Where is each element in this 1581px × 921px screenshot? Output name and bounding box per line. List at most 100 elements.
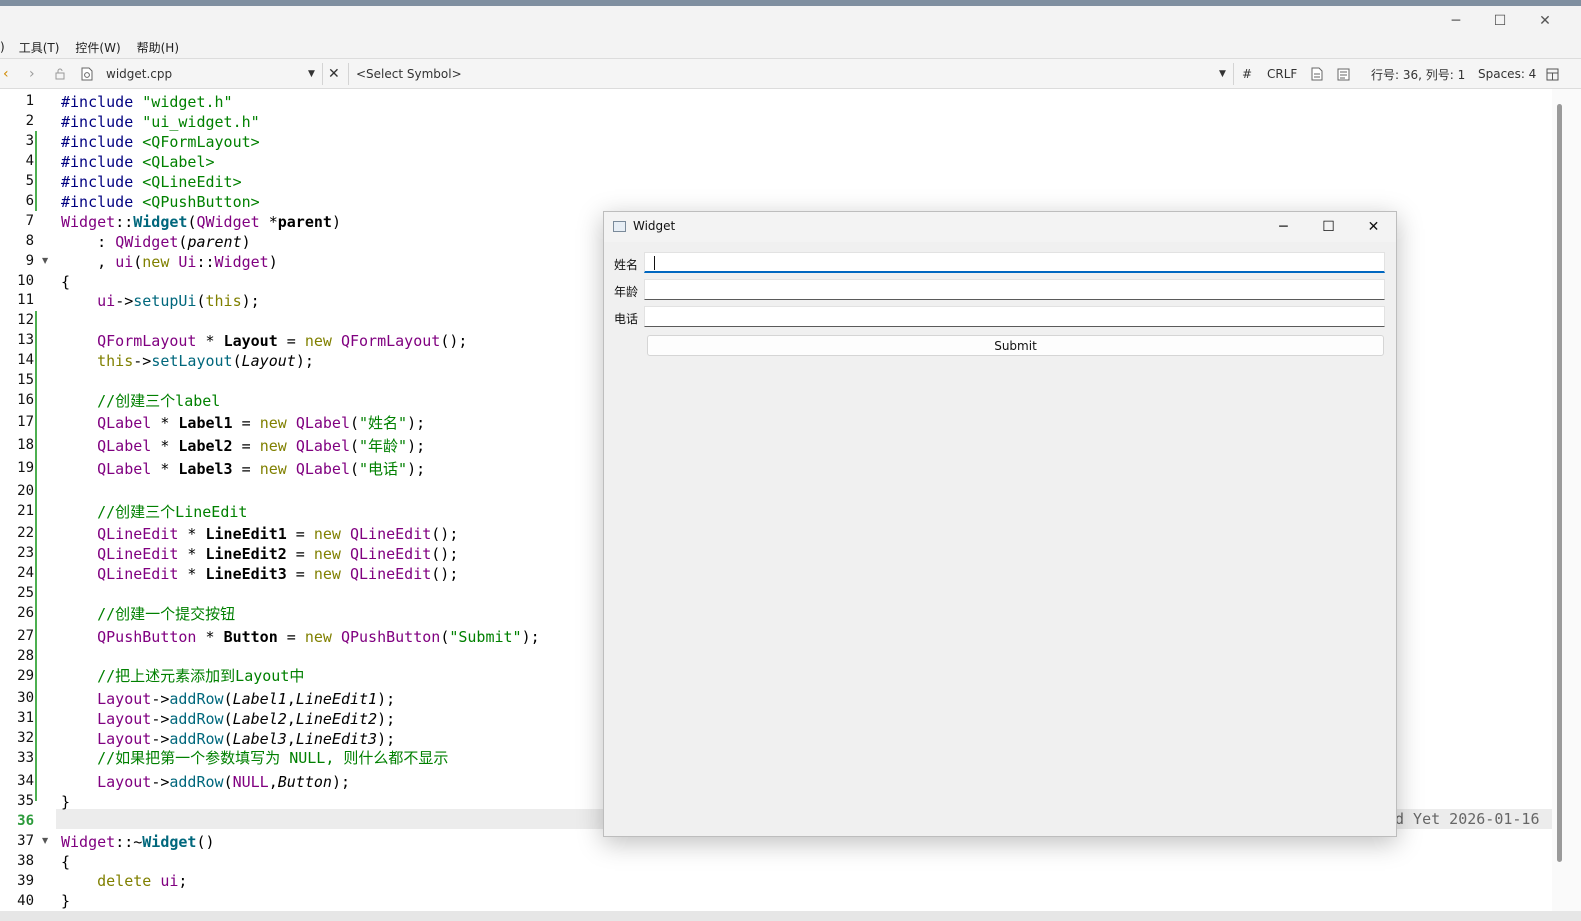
text-caret bbox=[654, 256, 655, 270]
app-window-icon bbox=[613, 221, 626, 232]
dialog-close-button[interactable]: ✕ bbox=[1351, 212, 1396, 242]
forward-arrow-icon: › bbox=[29, 66, 35, 82]
dialog-maximize-button[interactable]: ☐ bbox=[1306, 212, 1351, 242]
change-marker bbox=[35, 131, 37, 211]
maximize-icon: ☐ bbox=[1493, 13, 1507, 29]
code-line: QLineEdit * LineEdit2 = new QLineEdit(); bbox=[97, 545, 459, 563]
line-number: 33 bbox=[17, 750, 34, 766]
line-number: 30 bbox=[17, 690, 34, 706]
code-line: //创建三个label bbox=[97, 392, 221, 410]
code-line: //如果把第一个参数填写为 NULL, 则什么都不显示 bbox=[97, 749, 449, 767]
indentation-setting[interactable]: Spaces: 4 bbox=[1478, 59, 1536, 89]
line-number: 10 bbox=[17, 273, 34, 289]
toolbar-separator bbox=[1233, 63, 1234, 85]
code-line: #include "ui_widget.h" bbox=[61, 113, 260, 131]
toolbar-separator bbox=[322, 63, 323, 85]
maximize-button[interactable]: ☐ bbox=[1477, 6, 1523, 36]
menu-item-truncated[interactable]: ) bbox=[0, 40, 11, 54]
close-document-icon: ✕ bbox=[328, 66, 340, 82]
age-label: 年龄 bbox=[614, 285, 639, 299]
close-document-button[interactable]: ✕ bbox=[328, 59, 340, 89]
horizontal-scrollbar[interactable] bbox=[0, 911, 1581, 921]
line-number: 38 bbox=[17, 853, 34, 869]
code-line: Layout->addRow(Label2,LineEdit2); bbox=[97, 710, 396, 728]
menu-bar: ) 工具(T) 控件(W) 帮助(H) bbox=[0, 36, 1581, 58]
code-line: QLineEdit * LineEdit1 = new QLineEdit(); bbox=[97, 525, 459, 543]
code-line: , ui(new Ui::Widget) bbox=[61, 253, 278, 271]
line-number: 21 bbox=[17, 503, 34, 519]
code-line: } bbox=[61, 793, 71, 811]
code-line: //把上述元素添加到Layout中 bbox=[97, 667, 305, 685]
split-button[interactable] bbox=[1546, 59, 1559, 89]
code-line: QLabel * Label1 = new QLabel("姓名"); bbox=[97, 414, 426, 432]
editor-toolbar: ‹ › widget.cpp ▼ ✕ <Select Symbol> ▼ # C… bbox=[0, 58, 1581, 89]
toolbar-separator bbox=[348, 63, 349, 85]
menu-item-tools[interactable]: 工具(T) bbox=[11, 39, 68, 56]
line-ending-selector[interactable]: CRLF bbox=[1267, 59, 1297, 89]
line-number: 4 bbox=[25, 153, 34, 169]
line-number: 20 bbox=[17, 483, 34, 499]
cursor-position[interactable]: 行号: 36, 列号: 1 bbox=[1371, 59, 1465, 89]
file-selector[interactable]: widget.cpp bbox=[106, 59, 172, 89]
line-number: 19 bbox=[17, 460, 34, 476]
age-input[interactable] bbox=[644, 279, 1385, 300]
minimize-button[interactable]: ─ bbox=[1433, 6, 1479, 36]
line-number: 2 bbox=[25, 113, 34, 129]
symbol-selector[interactable]: <Select Symbol> bbox=[356, 59, 462, 89]
code-line: QFormLayout * Layout = new QFormLayout()… bbox=[97, 332, 468, 350]
line-number: 14 bbox=[17, 352, 34, 368]
current-line-number: 36 bbox=[17, 813, 34, 829]
line-number: 17 bbox=[17, 414, 34, 430]
line-number: 13 bbox=[17, 332, 34, 348]
line-number: 26 bbox=[17, 605, 34, 621]
file-encoding-icon bbox=[1311, 67, 1323, 81]
split-view-icon bbox=[1546, 68, 1559, 80]
code-line: #include <QFormLayout> bbox=[61, 133, 260, 151]
lock-button[interactable] bbox=[54, 59, 66, 89]
line-number: 29 bbox=[17, 668, 34, 684]
line-number: 25 bbox=[17, 585, 34, 601]
submit-button[interactable]: Submit bbox=[647, 335, 1384, 356]
line-number: 24 bbox=[17, 565, 34, 581]
code-line: delete ui; bbox=[97, 872, 188, 890]
line-number: 18 bbox=[17, 437, 34, 453]
scrollbar-thumb[interactable] bbox=[1557, 104, 1562, 862]
line-number: 7 bbox=[25, 213, 34, 229]
back-arrow-icon: ‹ bbox=[3, 66, 9, 82]
fold-arrow-icon[interactable]: ▼ bbox=[42, 256, 48, 265]
fold-arrow-icon[interactable]: ▼ bbox=[42, 836, 48, 845]
code-line: #include <QLabel> bbox=[61, 153, 215, 171]
minimize-icon: ─ bbox=[1451, 13, 1461, 29]
encoding-button[interactable] bbox=[1311, 59, 1323, 89]
line-number: 8 bbox=[25, 233, 34, 249]
name-label: 姓名 bbox=[614, 258, 639, 272]
code-line: #include <QPushButton> bbox=[61, 193, 260, 211]
change-marker bbox=[35, 311, 37, 801]
widget-dialog: Widget ─ ☐ ✕ 姓名 年龄 电话 Submit bbox=[603, 211, 1397, 837]
line-number: 16 bbox=[17, 392, 34, 408]
line-number: 34 bbox=[17, 773, 34, 789]
line-number: 23 bbox=[17, 545, 34, 561]
back-button[interactable]: ‹ bbox=[3, 59, 9, 89]
code-line: QLabel * Label3 = new QLabel("电话"); bbox=[97, 460, 426, 478]
code-line: #include "widget.h" bbox=[61, 93, 233, 111]
hash-button[interactable]: # bbox=[1242, 59, 1252, 89]
line-number: 15 bbox=[17, 372, 34, 388]
close-icon: ✕ bbox=[1539, 13, 1551, 29]
close-button[interactable]: ✕ bbox=[1522, 6, 1568, 36]
dialog-title: Widget bbox=[633, 219, 676, 233]
file-selector-chevron-icon[interactable]: ▼ bbox=[308, 59, 315, 89]
forward-button[interactable]: › bbox=[29, 59, 35, 89]
document-button[interactable] bbox=[1337, 59, 1350, 89]
menu-item-help[interactable]: 帮助(H) bbox=[129, 39, 187, 56]
menu-item-controls[interactable]: 控件(W) bbox=[67, 39, 128, 56]
symbol-selector-chevron-icon[interactable]: ▼ bbox=[1219, 59, 1226, 89]
dialog-minimize-button[interactable]: ─ bbox=[1261, 212, 1306, 242]
code-line: #include <QLineEdit> bbox=[61, 173, 242, 191]
line-number: 1 bbox=[25, 93, 34, 109]
dialog-title-bar: Widget ─ ☐ ✕ bbox=[604, 212, 1396, 242]
line-number: 5 bbox=[25, 173, 34, 189]
phone-input[interactable] bbox=[644, 306, 1385, 327]
code-line: //创建一个提交按钮 bbox=[97, 605, 236, 623]
name-input[interactable] bbox=[644, 252, 1385, 273]
